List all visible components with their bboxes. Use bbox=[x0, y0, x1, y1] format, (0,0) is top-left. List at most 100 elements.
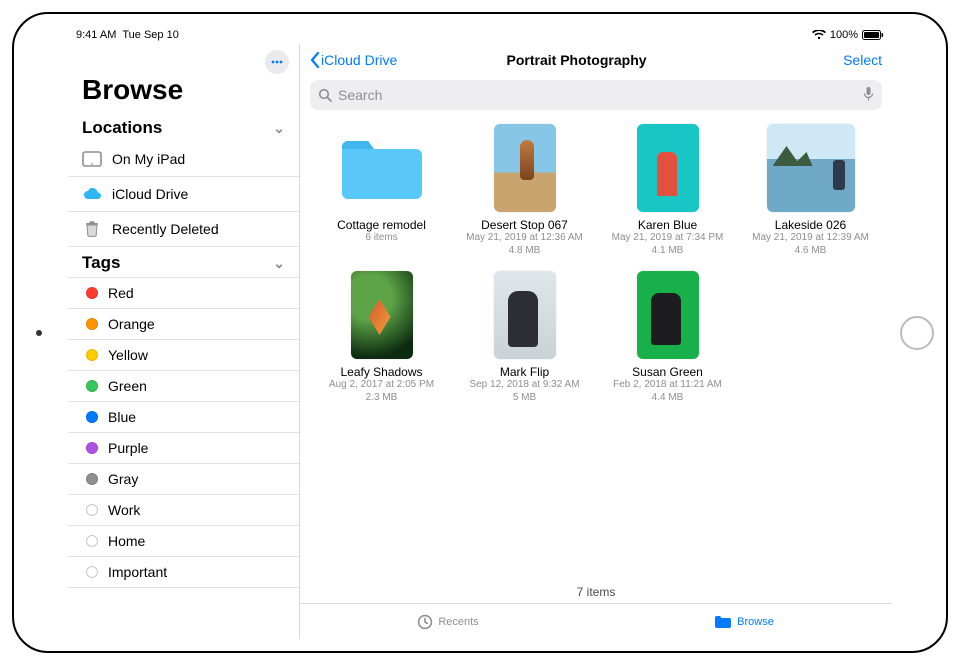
file-item[interactable]: Lakeside 026May 21, 2019 at 12:39 AM4.6 … bbox=[743, 124, 878, 257]
file-thumbnail bbox=[767, 124, 855, 212]
tag-dot-icon bbox=[86, 287, 98, 299]
ipad-icon bbox=[82, 149, 102, 169]
tag-dot-icon bbox=[86, 473, 98, 485]
tag-dot-icon bbox=[86, 318, 98, 330]
file-item[interactable]: Susan GreenFeb 2, 2018 at 11:21 AM4.4 MB bbox=[600, 271, 735, 404]
file-item[interactable]: Mark FlipSep 12, 2018 at 9:32 AM5 MB bbox=[457, 271, 592, 404]
item-meta-line1: May 21, 2019 at 12:36 AM bbox=[466, 232, 583, 245]
tag-row[interactable]: Work bbox=[68, 495, 299, 526]
cloud-icon bbox=[82, 184, 102, 204]
item-meta-line1: 6 items bbox=[365, 232, 397, 245]
file-item[interactable]: Karen BlueMay 21, 2019 at 7:34 PM4.1 MB bbox=[600, 124, 735, 257]
back-label: iCloud Drive bbox=[321, 52, 397, 68]
file-thumbnail bbox=[637, 124, 699, 212]
item-meta-line1: Feb 2, 2018 at 11:21 AM bbox=[613, 379, 722, 392]
sidebar-title: Browse bbox=[68, 74, 299, 112]
select-button[interactable]: Select bbox=[843, 52, 882, 68]
file-item[interactable]: Leafy ShadowsAug 2, 2017 at 2:05 PM2.3 M… bbox=[314, 271, 449, 404]
item-meta-line1: Sep 12, 2018 at 9:32 AM bbox=[469, 379, 579, 392]
locations-header-label: Locations bbox=[82, 118, 162, 138]
nav-title: Portrait Photography bbox=[507, 52, 647, 68]
nav-bar: iCloud Drive Portrait Photography Select bbox=[300, 44, 892, 76]
tag-row[interactable]: Purple bbox=[68, 433, 299, 464]
tag-label: Blue bbox=[108, 409, 136, 425]
ipad-frame: 9:41 AM Tue Sep 10 100% bbox=[12, 12, 948, 653]
tags-header[interactable]: Tags ⌄ bbox=[68, 247, 299, 277]
status-date: Tue Sep 10 bbox=[122, 29, 178, 41]
tab-browse-label: Browse bbox=[737, 616, 774, 628]
tag-row[interactable]: Red bbox=[68, 277, 299, 309]
tag-label: Purple bbox=[108, 440, 148, 456]
file-thumbnail bbox=[494, 271, 556, 359]
sidebar: Browse Locations ⌄ On My iPad bbox=[68, 44, 300, 639]
battery-icon bbox=[862, 30, 884, 40]
back-button[interactable]: iCloud Drive bbox=[310, 52, 397, 68]
item-meta-line1: May 21, 2019 at 7:34 PM bbox=[612, 232, 724, 245]
tag-row[interactable]: Orange bbox=[68, 309, 299, 340]
location-label: iCloud Drive bbox=[112, 186, 188, 202]
location-label: On My iPad bbox=[112, 151, 185, 167]
item-name: Mark Flip bbox=[500, 365, 549, 379]
folder-icon bbox=[714, 615, 732, 629]
mic-icon[interactable] bbox=[863, 86, 874, 105]
chevron-down-icon: ⌄ bbox=[273, 120, 285, 137]
item-meta-line2: 4.6 MB bbox=[795, 245, 827, 258]
tag-dot-icon bbox=[86, 380, 98, 392]
tag-row[interactable]: Yellow bbox=[68, 340, 299, 371]
locations-header[interactable]: Locations ⌄ bbox=[68, 112, 299, 142]
item-name: Desert Stop 067 bbox=[481, 218, 568, 232]
tab-bar: Recents Browse bbox=[300, 603, 892, 639]
item-meta-line1: Aug 2, 2017 at 2:05 PM bbox=[329, 379, 434, 392]
location-icloud-drive[interactable]: iCloud Drive bbox=[68, 177, 299, 212]
tab-browse[interactable]: Browse bbox=[596, 604, 892, 639]
folder-icon bbox=[338, 124, 426, 212]
tag-label: Green bbox=[108, 378, 147, 394]
tag-row[interactable]: Home bbox=[68, 526, 299, 557]
camera-dot bbox=[36, 330, 42, 336]
items-grid: Cottage remodel6 itemsDesert Stop 067May… bbox=[300, 118, 892, 579]
location-recently-deleted[interactable]: Recently Deleted bbox=[68, 212, 299, 247]
tag-dot-icon bbox=[86, 504, 98, 516]
file-thumbnail bbox=[351, 271, 413, 359]
tag-dot-icon bbox=[86, 442, 98, 454]
tags-header-label: Tags bbox=[82, 253, 120, 273]
home-button[interactable] bbox=[900, 316, 934, 350]
item-meta-line2: 4.8 MB bbox=[509, 245, 541, 258]
file-item[interactable]: Desert Stop 067May 21, 2019 at 12:36 AM4… bbox=[457, 124, 592, 257]
item-name: Lakeside 026 bbox=[775, 218, 846, 232]
more-button[interactable] bbox=[265, 50, 289, 74]
search-placeholder: Search bbox=[338, 87, 382, 103]
file-thumbnail bbox=[494, 124, 556, 212]
tag-row[interactable]: Gray bbox=[68, 464, 299, 495]
item-name: Leafy Shadows bbox=[340, 365, 422, 379]
clock-icon bbox=[417, 614, 433, 630]
tag-dot-icon bbox=[86, 349, 98, 361]
item-meta-line1: May 21, 2019 at 12:39 AM bbox=[752, 232, 869, 245]
tag-label: Home bbox=[108, 533, 145, 549]
tag-dot-icon bbox=[86, 535, 98, 547]
tag-label: Important bbox=[108, 564, 167, 580]
footer-count: 7 items bbox=[300, 579, 892, 603]
item-meta-line2: 4.1 MB bbox=[652, 245, 684, 258]
tag-label: Yellow bbox=[108, 347, 148, 363]
tag-row[interactable]: Green bbox=[68, 371, 299, 402]
battery-percent: 100% bbox=[830, 29, 858, 41]
ellipsis-icon bbox=[270, 55, 284, 69]
content-pane: iCloud Drive Portrait Photography Select… bbox=[300, 44, 892, 639]
tag-row[interactable]: Important bbox=[68, 557, 299, 588]
chevron-left-icon bbox=[310, 52, 320, 68]
chevron-down-icon: ⌄ bbox=[273, 255, 285, 272]
status-time: 9:41 AM bbox=[76, 29, 116, 41]
file-thumbnail bbox=[637, 271, 699, 359]
search-field[interactable]: Search bbox=[310, 80, 882, 110]
folder-item[interactable]: Cottage remodel6 items bbox=[314, 124, 449, 257]
tag-label: Red bbox=[108, 285, 134, 301]
tag-row[interactable]: Blue bbox=[68, 402, 299, 433]
tab-recents[interactable]: Recents bbox=[300, 604, 596, 639]
location-on-my-ipad[interactable]: On My iPad bbox=[68, 142, 299, 177]
screen: 9:41 AM Tue Sep 10 100% bbox=[68, 26, 892, 639]
wifi-icon bbox=[812, 30, 826, 40]
tag-label: Orange bbox=[108, 316, 155, 332]
tab-recents-label: Recents bbox=[438, 616, 478, 628]
tag-dot-icon bbox=[86, 411, 98, 423]
